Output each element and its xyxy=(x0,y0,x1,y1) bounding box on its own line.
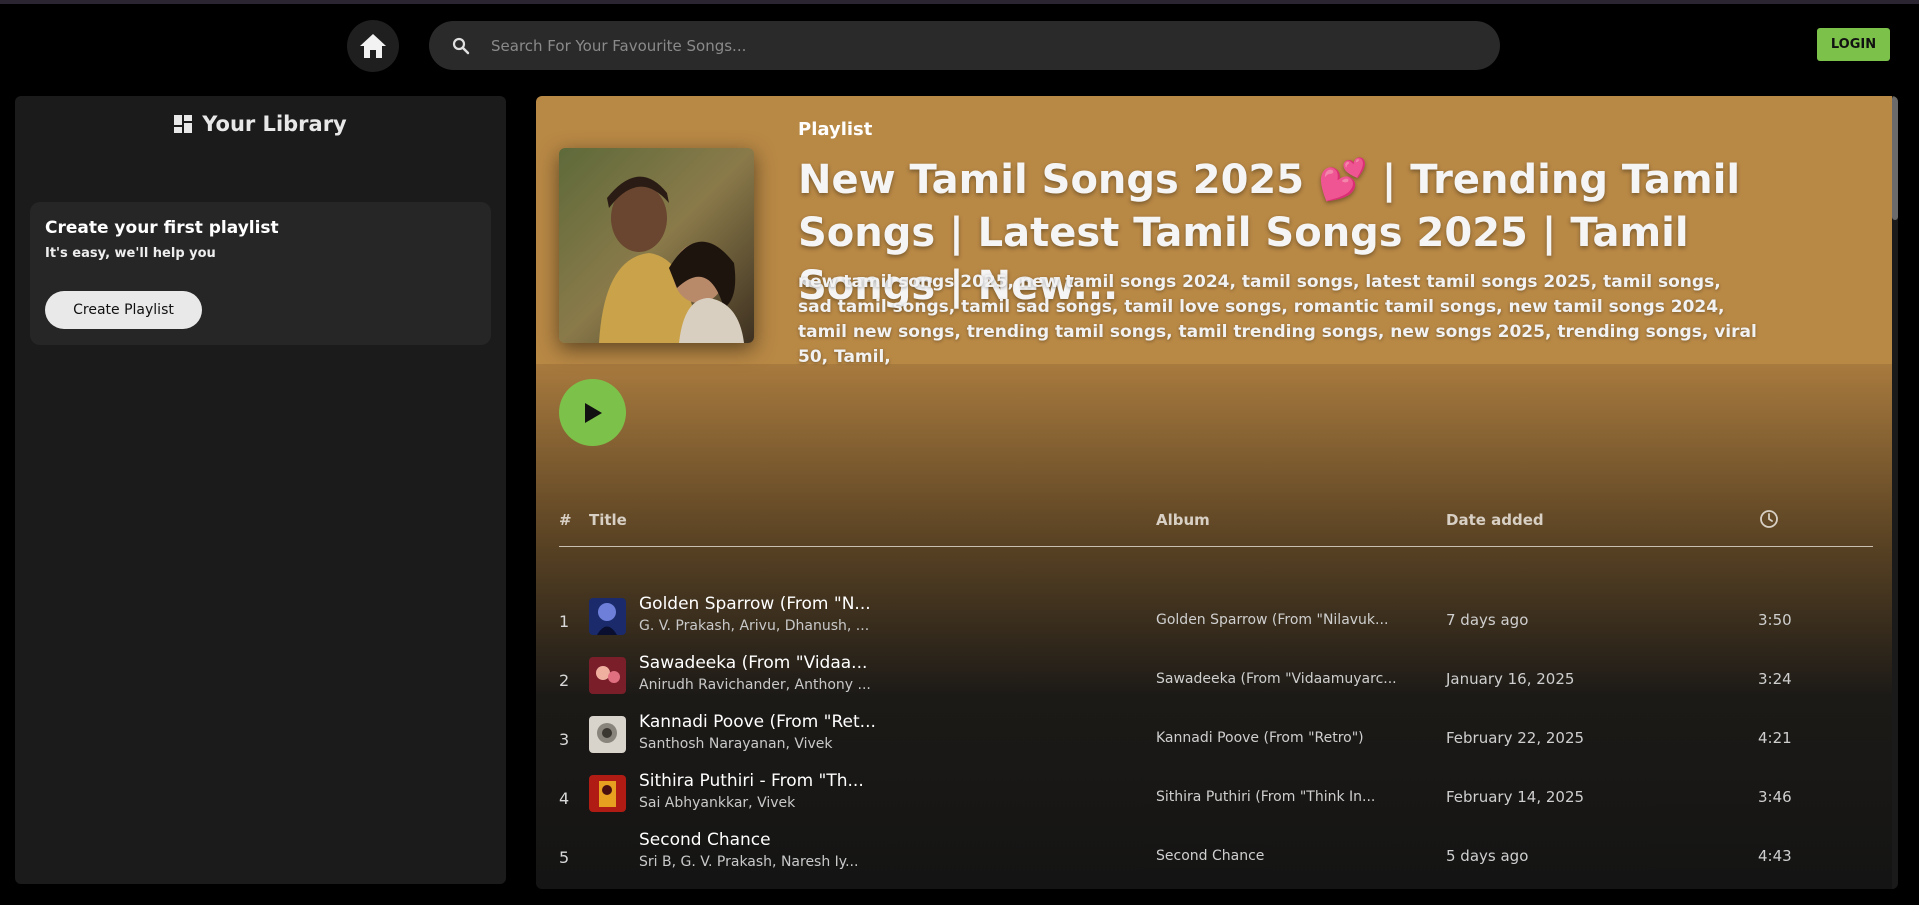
track-thumbnail xyxy=(589,716,626,753)
table-row[interactable]: 2 Sawadeeka (From "Vidaa... Anirudh Ravi… xyxy=(559,653,1873,708)
playlist-type-label: Playlist xyxy=(798,119,873,140)
track-album[interactable]: Sithira Puthiri (From "Think In... xyxy=(1156,789,1375,805)
table-row[interactable]: 3 Kannadi Poove (From "Ret... Santhosh N… xyxy=(559,712,1873,767)
track-number: 2 xyxy=(559,671,570,690)
track-date-added: 7 days ago xyxy=(1446,611,1529,629)
playlist-description: new tamil songs 2025, new tamil songs 20… xyxy=(798,272,1757,367)
card-subtitle: It's easy, we'll help you xyxy=(45,246,216,261)
header-title: Title xyxy=(589,511,627,529)
panel-scrollbar[interactable] xyxy=(1892,96,1898,889)
track-album[interactable]: Kannadi Poove (From "Retro") xyxy=(1156,730,1364,746)
track-duration: 3:46 xyxy=(1758,788,1792,806)
header-album: Album xyxy=(1156,511,1210,529)
header-number: # xyxy=(559,511,572,529)
table-row[interactable]: 1 Golden Sparrow (From "N... G. V. Praka… xyxy=(559,594,1873,649)
card-title: Create your first playlist xyxy=(45,218,279,238)
table-row[interactable]: 5 Second Chance Sri B, G. V. Prakash, Na… xyxy=(559,830,1873,885)
track-artists[interactable]: Santhosh Narayanan, Vivek xyxy=(639,736,833,752)
track-artists[interactable]: Sai Abhyankkar, Vivek xyxy=(639,795,795,811)
track-duration: 4:43 xyxy=(1758,847,1792,865)
track-artists[interactable]: Anirudh Ravichander, Anthony ... xyxy=(639,677,871,693)
track-title[interactable]: Kannadi Poove (From "Ret... xyxy=(639,712,876,732)
playlist-cover-image xyxy=(559,148,754,343)
track-duration: 4:21 xyxy=(1758,729,1792,747)
dashboard-grid-icon xyxy=(174,115,193,133)
track-duration: 3:50 xyxy=(1758,611,1792,629)
library-title: Your Library xyxy=(202,112,347,136)
search-input[interactable] xyxy=(491,36,1500,55)
scrollbar-thumb[interactable] xyxy=(1892,96,1898,220)
play-button[interactable] xyxy=(559,379,626,446)
search-icon xyxy=(451,36,471,56)
track-number: 4 xyxy=(559,789,570,808)
track-date-added: February 22, 2025 xyxy=(1446,729,1585,747)
create-playlist-card: Create your first playlist It's easy, we… xyxy=(30,202,491,345)
track-date-added: 5 days ago xyxy=(1446,847,1529,865)
table-row[interactable]: 4 Sithira Puthiri - From "Th... Sai Abhy… xyxy=(559,771,1873,826)
track-title[interactable]: Sithira Puthiri - From "Th... xyxy=(639,771,864,791)
track-number: 3 xyxy=(559,730,570,749)
track-thumbnail xyxy=(589,598,626,635)
home-icon xyxy=(360,34,386,58)
tracks-table-header: # Title Album Date added xyxy=(559,509,1873,547)
track-date-added: February 14, 2025 xyxy=(1446,788,1585,806)
search-bar[interactable] xyxy=(429,21,1500,70)
header-date-added: Date added xyxy=(1446,511,1544,529)
track-number: 5 xyxy=(559,848,570,867)
track-album[interactable]: Sawadeeka (From "Vidaamuyarc... xyxy=(1156,671,1397,687)
track-title[interactable]: Sawadeeka (From "Vidaa... xyxy=(639,653,867,673)
window-top-border xyxy=(0,0,1919,4)
track-artists[interactable]: G. V. Prakash, Arivu, Dhanush, ... xyxy=(639,618,869,634)
track-duration: 3:24 xyxy=(1758,670,1792,688)
library-header: Your Library xyxy=(15,112,506,136)
create-playlist-button[interactable]: Create Playlist xyxy=(45,291,202,329)
track-album[interactable]: Second Chance xyxy=(1156,848,1264,864)
track-date-added: January 16, 2025 xyxy=(1446,670,1575,688)
playlist-panel: Playlist New Tamil Songs 2025 💕 | Trendi… xyxy=(536,96,1898,889)
track-album[interactable]: Golden Sparrow (From "Nilavuk... xyxy=(1156,612,1388,628)
library-sidebar: Your Library Create your first playlist … xyxy=(15,96,506,884)
home-button[interactable] xyxy=(347,20,399,72)
clock-icon xyxy=(1759,509,1779,533)
track-thumbnail xyxy=(589,657,626,694)
login-button[interactable]: LOGIN xyxy=(1817,28,1890,61)
track-title[interactable]: Golden Sparrow (From "N... xyxy=(639,594,871,614)
track-number: 1 xyxy=(559,612,570,631)
track-title[interactable]: Second Chance xyxy=(639,830,771,850)
track-thumbnail xyxy=(589,775,626,812)
track-artists[interactable]: Sri B, G. V. Prakash, Naresh Iy... xyxy=(639,854,858,870)
play-icon xyxy=(584,402,602,423)
